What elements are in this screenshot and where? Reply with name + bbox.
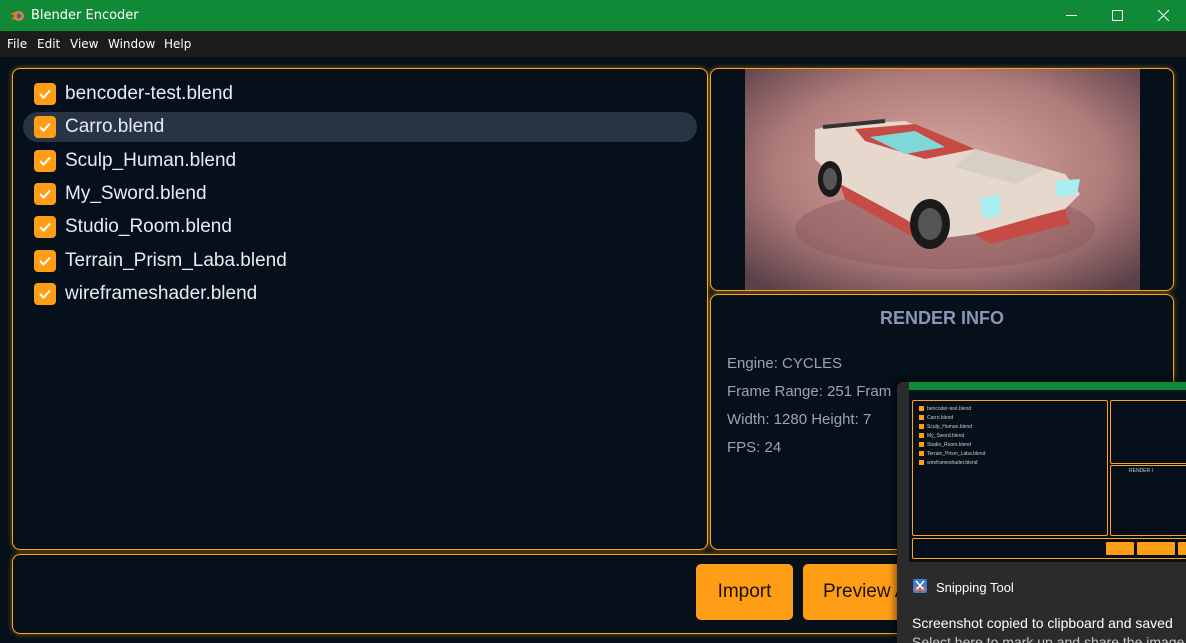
notification-app-name: Snipping Tool (936, 580, 1014, 595)
file-item-carro[interactable]: Carro.blend (23, 112, 697, 142)
thumb-item: bencoder-test.blend (919, 406, 971, 412)
file-list-panel: bencoder-test.blend Carro.blend Sculp_Hu… (12, 68, 708, 550)
file-checkbox[interactable] (34, 83, 56, 105)
snipping-tool-notification[interactable]: bencoder-test.blend Carro.blend Sculp_Hu… (897, 382, 1186, 643)
thumb-import-button (1106, 542, 1134, 555)
checkmark-icon (39, 156, 51, 166)
thumb-extra-button (1178, 542, 1186, 555)
file-label: Terrain_Prism_Laba.blend (65, 250, 287, 271)
menu-window[interactable]: Window (108, 37, 155, 51)
file-label: wireframeshader.blend (65, 283, 258, 304)
thumb-item: Sculp_Human.blend (919, 424, 972, 430)
close-button[interactable] (1140, 0, 1186, 31)
app-window: Blender Encoder File Edit View Window He… (0, 0, 1186, 643)
file-checkbox[interactable] (34, 150, 56, 172)
file-item-my-sword[interactable]: My_Sword.blend (23, 179, 697, 209)
blender-logo-icon (10, 11, 24, 21)
render-size: Width: 1280 Height: 7 (727, 411, 872, 428)
thumb-preview-panel (1110, 400, 1186, 464)
minimize-button[interactable] (1048, 0, 1094, 31)
preview-panel (710, 68, 1174, 291)
render-fps: FPS: 24 (727, 439, 782, 456)
title-bar[interactable]: Blender Encoder (0, 0, 1186, 31)
menu-view[interactable]: View (70, 37, 98, 51)
thumb-item: Terrain_Prism_Laba.blend (919, 451, 985, 457)
window-title: Blender Encoder (31, 8, 139, 23)
menu-bar: File Edit View Window Help (0, 31, 1186, 57)
thumb-item: Studio_Room.blend (919, 442, 971, 448)
render-info-title: RENDER INFO (879, 308, 1004, 328)
maximize-button[interactable] (1094, 0, 1140, 31)
menu-edit[interactable]: Edit (37, 37, 60, 51)
file-item-wireframeshader[interactable]: wireframeshader.blend (23, 279, 697, 309)
close-icon (1157, 10, 1169, 21)
render-preview-image (745, 69, 1140, 290)
thumb-preview-button (1137, 542, 1175, 555)
thumb-action-bar (912, 538, 1186, 559)
thumb-render-panel: RENDER I (1110, 465, 1186, 536)
thumb-file-panel: bencoder-test.blend Carro.blend Sculp_Hu… (912, 400, 1108, 536)
snipping-tool-icon (913, 579, 927, 593)
thumb-item: wireframeshader.blend (919, 460, 978, 466)
file-item-sculp-human[interactable]: Sculp_Human.blend (23, 146, 697, 176)
file-checkbox[interactable] (34, 250, 56, 272)
notification-title: Screenshot copied to clipboard and saved (912, 615, 1173, 631)
thumb-titlebar (909, 382, 1186, 390)
checkmark-icon (39, 222, 51, 232)
screenshot-thumbnail[interactable]: bencoder-test.blend Carro.blend Sculp_Hu… (909, 382, 1186, 562)
file-label: Carro.blend (65, 116, 165, 137)
menu-file[interactable]: File (7, 37, 27, 51)
file-label: Sculp_Human.blend (65, 150, 237, 171)
file-checkbox[interactable] (34, 283, 56, 305)
file-item-studio-room[interactable]: Studio_Room.blend (23, 212, 697, 242)
thumb-render-title: RENDER I (1129, 468, 1153, 474)
checkmark-icon (39, 289, 51, 299)
checkmark-icon (39, 122, 51, 132)
file-label: Studio_Room.blend (65, 216, 232, 237)
render-engine: Engine: CYCLES (727, 355, 843, 372)
minimize-icon (1065, 15, 1077, 16)
maximize-icon (1111, 10, 1123, 21)
file-item-terrain-prism-laba[interactable]: Terrain_Prism_Laba.blend (23, 246, 697, 276)
file-label: My_Sword.blend (65, 183, 207, 204)
checkmark-icon (39, 89, 51, 99)
file-checkbox[interactable] (34, 216, 56, 238)
file-checkbox[interactable] (34, 116, 56, 138)
menu-help[interactable]: Help (164, 37, 191, 51)
notification-body: Select here to mark up and share the ima… (912, 634, 1185, 643)
thumb-item: Carro.blend (919, 415, 953, 421)
checkmark-icon (39, 189, 51, 199)
file-checkbox[interactable] (34, 183, 56, 205)
file-item-bencoder-test[interactable]: bencoder-test.blend (23, 79, 697, 109)
import-button[interactable]: Import (696, 564, 793, 620)
render-frame-range: Frame Range: 251 Fram (727, 383, 892, 400)
thumb-item: My_Sword.blend (919, 433, 964, 439)
file-label: bencoder-test.blend (65, 83, 233, 104)
checkmark-icon (39, 256, 51, 266)
